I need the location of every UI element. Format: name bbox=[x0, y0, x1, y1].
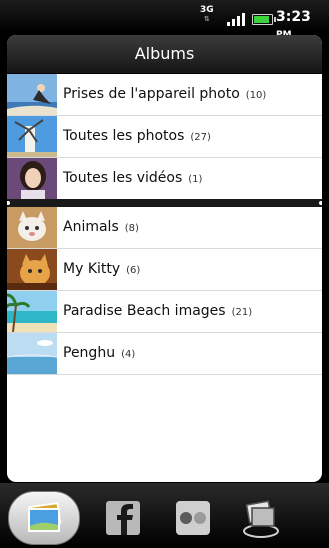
album-name: Paradise Beach images (21) bbox=[63, 291, 252, 333]
album-title: My Kitty bbox=[63, 261, 121, 277]
album-thumbnail-camera-shots bbox=[7, 74, 57, 115]
album-title: Toutes les vidéos bbox=[63, 170, 183, 186]
album-title: Penghu bbox=[63, 345, 116, 361]
album-title: Prises de l'appareil photo bbox=[63, 86, 240, 102]
photo-albums-icon bbox=[28, 502, 62, 532]
tab-albums[interactable] bbox=[8, 491, 80, 545]
network-type-label: 3G bbox=[200, 5, 214, 15]
album-name: Toutes les photos (27) bbox=[63, 116, 211, 158]
album-count: (27) bbox=[190, 132, 211, 143]
data-activity-icon: ⇅ bbox=[203, 15, 210, 23]
album-row-animals[interactable]: Animals (8) bbox=[7, 207, 322, 249]
album-name: Penghu (4) bbox=[63, 333, 135, 375]
tab-facebook[interactable] bbox=[88, 491, 158, 543]
flickr-icon bbox=[176, 501, 210, 535]
album-thumbnail-my-kitty bbox=[7, 249, 57, 290]
album-title: Toutes les photos bbox=[63, 128, 185, 144]
album-count: (4) bbox=[121, 349, 136, 360]
bottom-tab-bar bbox=[0, 483, 329, 547]
album-count: (6) bbox=[126, 265, 141, 276]
album-count: (21) bbox=[231, 307, 253, 318]
shared-albums-icon bbox=[243, 500, 279, 538]
facebook-icon bbox=[106, 501, 140, 535]
album-row-all-videos[interactable]: Toutes les vidéos (1) bbox=[7, 158, 322, 199]
signal-strength-icon bbox=[225, 10, 247, 26]
album-row-my-kitty[interactable]: My Kitty (6) bbox=[7, 249, 322, 291]
album-count: (8) bbox=[124, 223, 139, 234]
album-row-penghu[interactable]: Penghu (4) bbox=[7, 333, 322, 375]
page-title: Albums bbox=[7, 35, 322, 74]
album-name: Toutes les vidéos (1) bbox=[63, 158, 202, 200]
battery-icon bbox=[252, 14, 276, 25]
album-thumbnail-all-videos bbox=[7, 158, 57, 199]
album-thumbnail-animals bbox=[7, 207, 57, 248]
album-row-all-photos[interactable]: Toutes les photos (27) bbox=[7, 116, 322, 158]
albums-panel: Albums Prises de l'appareil photo (10) T… bbox=[7, 35, 322, 482]
album-count: (1) bbox=[188, 174, 203, 185]
album-title: Paradise Beach images bbox=[63, 303, 226, 319]
clock-time: 3:23 bbox=[276, 9, 311, 25]
tab-flickr[interactable] bbox=[158, 491, 228, 543]
album-title: Animals bbox=[63, 219, 119, 235]
network-indicator: 3G ⇅ bbox=[200, 6, 214, 24]
album-row-camera-shots[interactable]: Prises de l'appareil photo (10) bbox=[7, 74, 322, 116]
album-count: (10) bbox=[245, 90, 267, 101]
album-row-paradise-beach[interactable]: Paradise Beach images (21) bbox=[7, 291, 322, 333]
album-name: Animals (8) bbox=[63, 207, 139, 249]
album-name: Prises de l'appareil photo (10) bbox=[63, 74, 266, 116]
album-thumbnail-penghu bbox=[7, 333, 57, 374]
section-divider bbox=[7, 199, 322, 207]
status-bar: 3G ⇅ 3:23 PM bbox=[0, 0, 329, 40]
album-thumbnail-paradise-beach bbox=[7, 291, 57, 332]
album-thumbnail-all-photos bbox=[7, 116, 57, 157]
album-name: My Kitty (6) bbox=[63, 249, 140, 291]
tab-shared-albums[interactable] bbox=[226, 491, 296, 543]
